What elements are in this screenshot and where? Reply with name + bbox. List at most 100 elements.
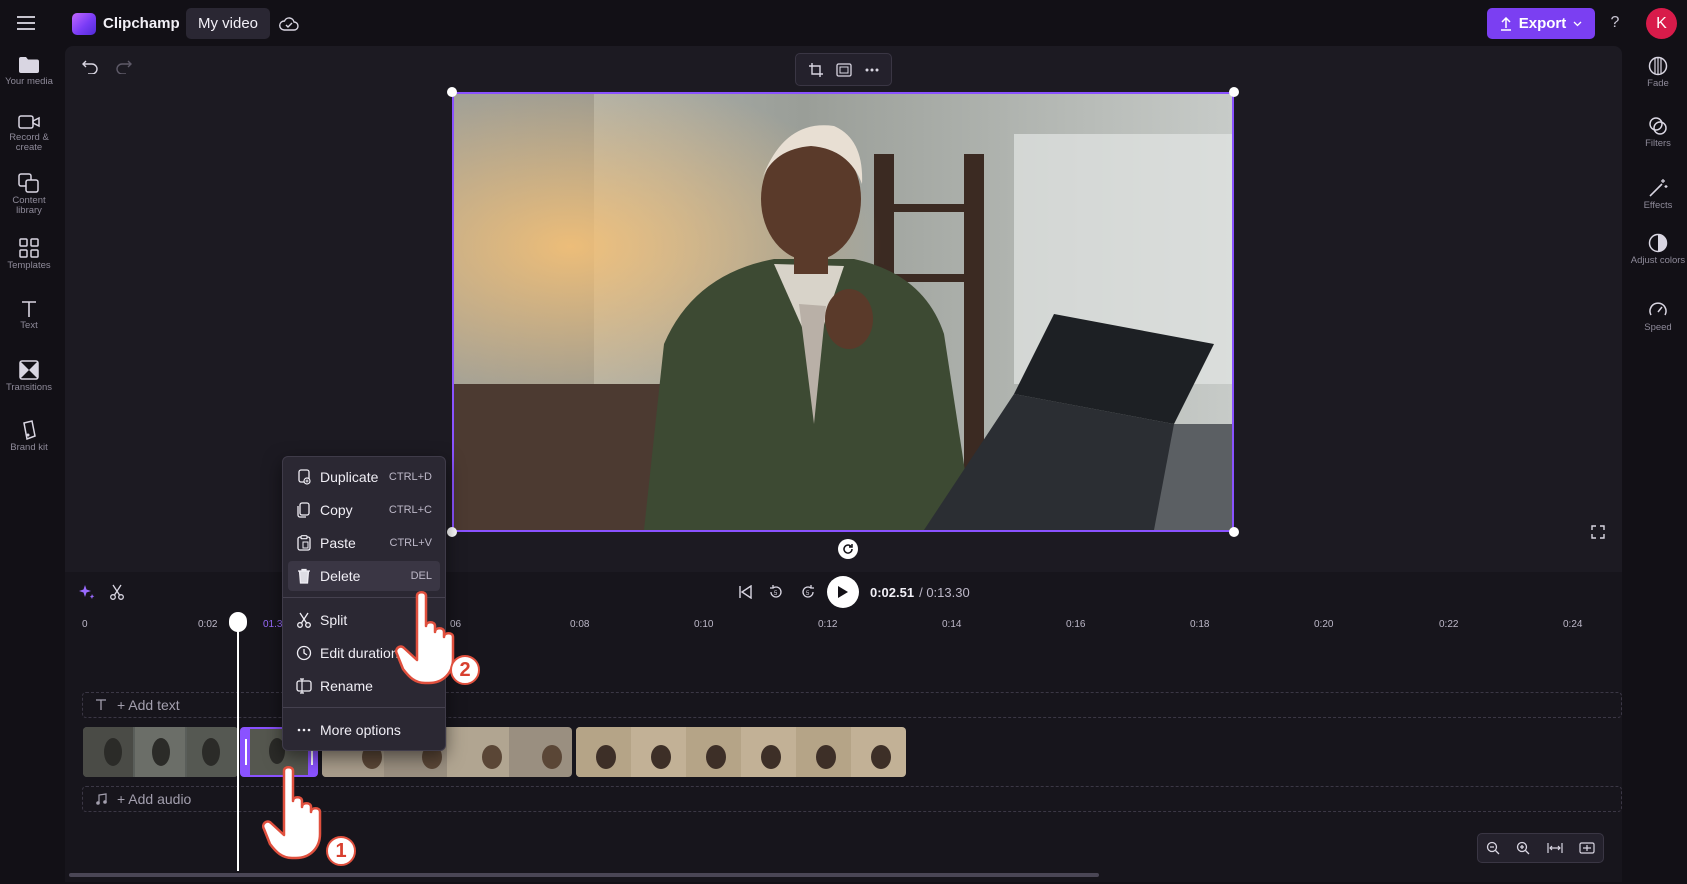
expand-tracks-icon[interactable] [1579,842,1595,854]
sidebar-label: Effects [1643,200,1673,211]
more-options-icon[interactable] [865,68,879,72]
sidebar-label: Adjust colors [1630,255,1686,266]
speed-gauge-icon [1649,302,1667,316]
sidebar-item-adjust-colors[interactable]: Adjust colors [1629,233,1687,266]
video-frame-image [454,94,1232,530]
resize-handle-top-left[interactable] [447,87,457,97]
fit-frame-icon[interactable] [836,62,853,77]
trash-icon [298,568,310,584]
sidebar-label: Text [20,320,38,331]
effects-wand-icon [1649,179,1668,197]
total-time: / 0:13.30 [919,585,970,600]
ruler-label: 0:02 [198,619,218,630]
sidebar-item-speed[interactable]: Speed [1629,300,1687,333]
sidebar-label: Content library [12,195,46,216]
ai-sparkle-icon[interactable] [77,582,97,602]
rename-icon [296,678,312,694]
ruler-label: 0:24 [1563,619,1583,630]
resize-handle-bottom-left[interactable] [447,527,457,537]
playhead-handle[interactable] [229,612,247,632]
ruler-label: 0:14 [942,619,962,630]
play-button[interactable] [827,576,859,608]
sidebar-item-templates[interactable]: Templates [0,238,58,271]
preview-toolbar [795,53,892,86]
cloud-sync-icon[interactable] [278,13,300,35]
sidebar-item-transitions[interactable]: Transitions [0,360,58,393]
menu-item-duplicate[interactable]: Duplicate CTRL+D [288,462,440,492]
svg-text:5: 5 [806,591,810,597]
export-button[interactable]: Export [1487,8,1595,39]
video-clip[interactable] [83,727,238,777]
camera-icon [18,115,40,129]
menu-item-label: Edit duration [320,645,399,661]
sidebar-label: Your media [5,76,53,87]
rotate-icon[interactable] [838,539,858,559]
menu-shortcut: DEL [410,570,432,582]
ruler-label: 0:18 [1190,619,1210,630]
zoom-in-icon[interactable] [1516,841,1530,855]
ruler-label: 01.3 [263,619,283,630]
help-icon[interactable]: ? [1604,12,1626,34]
sidebar-item-effects[interactable]: Effects [1629,178,1687,211]
paste-icon [297,535,311,551]
add-text-label: + Add text [117,697,180,713]
current-time: 0:02.51 [870,585,915,600]
sidebar-item-record-create[interactable]: Record & create [0,114,58,153]
ruler-label: 0 [82,619,88,630]
resize-handle-bottom-right[interactable] [1229,527,1239,537]
avatar[interactable]: K [1646,8,1677,39]
step-badge-2: 2 [450,655,480,685]
menu-item-label: More options [320,722,401,738]
zoom-out-icon[interactable] [1486,841,1500,855]
upload-icon [1500,16,1511,31]
redo-icon[interactable] [114,57,134,77]
hamburger-menu-icon[interactable] [14,12,38,34]
undo-icon[interactable] [80,57,100,77]
project-name-tab[interactable]: My video [186,8,271,39]
forward-5s-icon[interactable]: 5 [798,582,818,602]
export-label: Export [1518,15,1567,32]
menu-item-label: Rename [320,678,373,694]
zoom-controls [1477,833,1604,863]
skip-to-start-icon[interactable] [735,582,755,602]
text-icon [96,699,106,710]
menu-item-delete[interactable]: Delete DEL [288,561,440,591]
copy-icon [297,502,310,518]
sidebar-label: Templates [7,260,51,271]
menu-shortcut: CTRL+C [388,504,432,516]
app-name: Clipchamp [103,15,180,32]
clock-icon [296,645,312,661]
crop-icon[interactable] [808,62,824,78]
sidebar-label: Speed [1644,322,1672,333]
timeline-scrollbar[interactable] [69,873,1099,877]
sidebar-item-your-media[interactable]: Your media [0,56,58,87]
sidebar-item-fade[interactable]: Fade [1629,56,1687,89]
resize-handle-top-right[interactable] [1229,87,1239,97]
menu-item-more-options[interactable]: More options [288,715,440,745]
transitions-icon [19,360,39,380]
menu-item-label: Paste [320,535,356,551]
sidebar-label: Record & create [9,132,49,153]
fit-timeline-icon[interactable] [1547,842,1563,854]
svg-text:5: 5 [774,591,778,597]
sidebar-item-content-library[interactable]: Content library [0,173,58,216]
sidebar-item-brand-kit[interactable]: Brand kit [0,420,58,453]
fullscreen-icon[interactable] [1588,522,1608,542]
filters-icon [1649,117,1667,135]
hand-cursor-icon [262,765,332,860]
sidebar-item-text[interactable]: Text [0,300,58,331]
video-preview[interactable] [452,92,1234,532]
menu-item-copy[interactable]: Copy CTRL+C [288,495,440,525]
ruler-label: 0:08 [570,619,590,630]
menu-item-label: Delete [320,568,361,584]
fade-icon [1648,56,1668,76]
menu-item-paste[interactable]: Paste CTRL+V [288,528,440,558]
video-clip[interactable] [576,727,906,777]
menu-item-label: Duplicate [320,469,379,485]
split-scissors-icon[interactable] [107,582,127,602]
sidebar-item-filters[interactable]: Filters [1629,116,1687,149]
rewind-5s-icon[interactable]: 5 [766,582,786,602]
templates-icon [19,238,39,258]
duplicate-icon [298,469,311,485]
menu-shortcut: CTRL+D [388,471,432,483]
